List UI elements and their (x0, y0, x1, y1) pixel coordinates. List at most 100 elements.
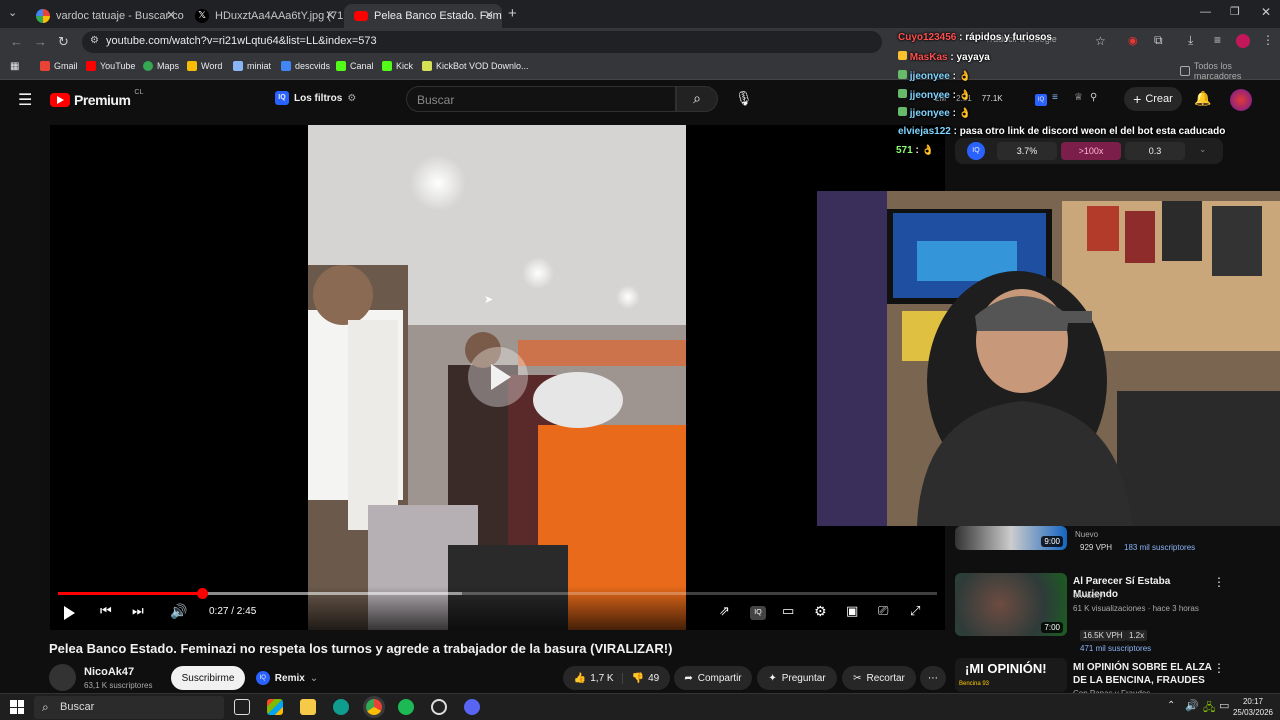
fullscreen-icon[interactable]: ⤢ (910, 603, 920, 619)
tab-search-icon[interactable]: ≡ (1214, 33, 1221, 47)
profile-avatar[interactable] (1236, 34, 1250, 48)
close-window-button[interactable]: ✕ (1261, 5, 1271, 19)
tab-youtube[interactable]: Pelea Banco Estado. Feminazi n ✕ (344, 4, 502, 28)
close-icon[interactable]: ✕ (484, 8, 494, 22)
miniplayer-ext-icon[interactable]: ⇗ (719, 603, 730, 619)
thumb-text: ¡MI OPINIÓN! (965, 661, 1047, 676)
menu-kebab-icon[interactable]: ⋮ (1262, 33, 1274, 47)
account-avatar[interactable] (1230, 89, 1252, 111)
ext-trophy-icon[interactable]: ♕ (1074, 92, 1083, 103)
store-icon[interactable] (267, 699, 283, 715)
tab-label: vardoc tatuaje - Buscar con Go (56, 10, 184, 22)
play-overlay-button[interactable] (468, 347, 528, 407)
cast-icon[interactable]: ⎚ (878, 603, 888, 619)
miniplayer-icon[interactable]: ▣ (846, 603, 858, 619)
bookmark-miniat[interactable]: miniat (233, 61, 271, 71)
video-player[interactable]: ➤ ⏮ ⏭ 🔊 0:27 / 2:45 ⇗ IQ ▭ ⚙ ▣ ⎚ ⤢ (50, 125, 945, 630)
filters-chip[interactable]: IQ Los filtros ⚙ (275, 91, 356, 105)
reload-icon[interactable]: ↻ (58, 34, 69, 50)
site-info-icon[interactable]: ⚙ (90, 35, 99, 46)
taskbar-clock[interactable]: 20:17 25/03/2026 (1232, 696, 1274, 718)
bookmark-kickbot[interactable]: KickBot VOD Downlo... (422, 61, 529, 71)
rec-thumbnail-3[interactable]: ¡MI OPINIÓN! Bencina 93 (955, 658, 1067, 692)
ask-button[interactable]: ✦ Preguntar (757, 666, 837, 690)
bookmark-gmail[interactable]: Gmail (40, 61, 78, 71)
volume-tray-icon[interactable]: 🔊 (1185, 699, 1199, 712)
chevron-down-icon[interactable]: ⌄ (1199, 144, 1207, 155)
back-icon[interactable]: ← (10, 34, 23, 49)
forward-icon[interactable]: → (34, 34, 47, 49)
share-button[interactable]: ➦ Compartir (674, 666, 752, 690)
close-icon[interactable]: ✕ (325, 8, 335, 22)
address-bar[interactable]: ⚙ youtube.com/watch?v=ri21wLqtu64&list=L… (82, 31, 882, 53)
remix-button[interactable]: IQ Remix ⌄ (253, 666, 321, 690)
close-icon[interactable]: ✕ (166, 8, 176, 22)
edge-icon[interactable] (333, 699, 349, 715)
search-button[interactable]: ⌕ (676, 86, 718, 112)
bookmark-youtube[interactable]: YouTube (86, 61, 135, 71)
browser-tab-bar: ⌄ vardoc tatuaje - Buscar con Go ✕ 𝕏 HDu… (0, 0, 1280, 28)
subtitles-icon[interactable]: ▭ (782, 603, 794, 619)
ext-iq-icon[interactable]: IQ (1035, 94, 1047, 106)
next-button[interactable]: ⏭ (132, 603, 144, 619)
youtube-icon (354, 11, 368, 21)
clip-button[interactable]: ✂ Recortar (842, 666, 916, 690)
task-view-icon[interactable] (234, 699, 250, 715)
youtube-logo[interactable]: Premium CL (50, 89, 143, 108)
new-tab-button[interactable]: + (508, 5, 517, 22)
rec-thumbnail-2[interactable]: 7:00 (955, 573, 1067, 636)
bookmark-star-icon[interactable]: ☆ (1095, 34, 1106, 48)
iq-icon: IQ (275, 91, 289, 105)
hamburger-menu-icon[interactable]: ☰ (18, 90, 32, 110)
play-button[interactable] (64, 603, 75, 624)
file-explorer-icon[interactable] (300, 699, 316, 715)
bookmark-word[interactable]: Word (187, 61, 222, 71)
like-button[interactable]: 👍 1,7 K (574, 672, 623, 684)
tab-google[interactable]: vardoc tatuaje - Buscar con Go ✕ (26, 4, 184, 28)
rec-thumbnail-1[interactable]: 9:00 (955, 526, 1067, 550)
spotify-icon[interactable] (398, 699, 414, 715)
extensions-puzzle-icon[interactable]: ⧉ (1154, 33, 1163, 48)
bookmark-canal[interactable]: Canal (336, 61, 374, 71)
windows-start-icon[interactable] (10, 700, 24, 714)
notifications-bell-icon[interactable]: 🔔 (1194, 90, 1211, 107)
rec-channel-2[interactable]: elWacky (1073, 591, 1103, 600)
previous-button[interactable]: ⏮ (100, 603, 112, 619)
channel-avatar[interactable] (49, 664, 76, 691)
tab-x-image[interactable]: 𝕏 HDuxztAa4AAa6tY.jpg (714×12 ✕ (185, 4, 343, 28)
monitor-tray-icon[interactable]: ▭ (1219, 699, 1229, 712)
bookmark-descvids[interactable]: descvids (281, 61, 330, 71)
create-button[interactable]: + Crear (1124, 87, 1182, 111)
tab-search-icon[interactable]: ⌄ (8, 6, 17, 19)
obs-icon[interactable] (431, 699, 447, 715)
bookmark-maps[interactable]: Maps (143, 61, 179, 71)
extension-icon[interactable]: ◉ (1128, 34, 1138, 47)
chrome-icon[interactable] (366, 699, 382, 715)
bookmark-kick[interactable]: Kick (382, 61, 413, 71)
settings-gear-icon[interactable]: ⚙ (814, 603, 827, 620)
subscribe-button[interactable]: Suscribirme (171, 666, 245, 690)
download-icon[interactable]: ⤓ (1188, 33, 1193, 48)
dislike-button[interactable]: 👎 49 (628, 673, 660, 684)
taskbar-search[interactable]: ⌕ Buscar (34, 696, 224, 719)
more-vert-icon[interactable]: ⋮ (1213, 575, 1225, 589)
minimize-button[interactable]: — (1200, 6, 1211, 18)
apps-grid-icon[interactable]: ▦ (10, 61, 19, 72)
more-vert-icon[interactable]: ⋮ (1213, 661, 1225, 675)
restore-button[interactable]: ❐ (1230, 5, 1240, 18)
discord-icon[interactable] (464, 699, 480, 715)
channel-name[interactable]: NicoAk47 (84, 666, 134, 678)
ext-link-icon[interactable]: ⚲ (1090, 92, 1097, 103)
progress-bar[interactable] (58, 588, 937, 599)
network-tray-icon[interactable]: 🖧 (1203, 699, 1215, 718)
search-input[interactable]: Buscar (406, 86, 676, 112)
volume-icon[interactable]: 🔊 (170, 603, 187, 620)
more-actions-button[interactable]: ⋯ (920, 666, 946, 690)
iq-player-icon[interactable]: IQ (750, 606, 766, 620)
ext-list-icon[interactable]: ≡ (1052, 92, 1058, 103)
bookmarks-folder[interactable]: Todos los marcadores (1180, 61, 1280, 81)
tray-chevron-icon[interactable]: ⌃ (1167, 700, 1175, 711)
grid-icon (187, 61, 197, 71)
voice-search-icon[interactable]: 🎙 (735, 90, 753, 107)
descvids-icon (281, 61, 291, 71)
